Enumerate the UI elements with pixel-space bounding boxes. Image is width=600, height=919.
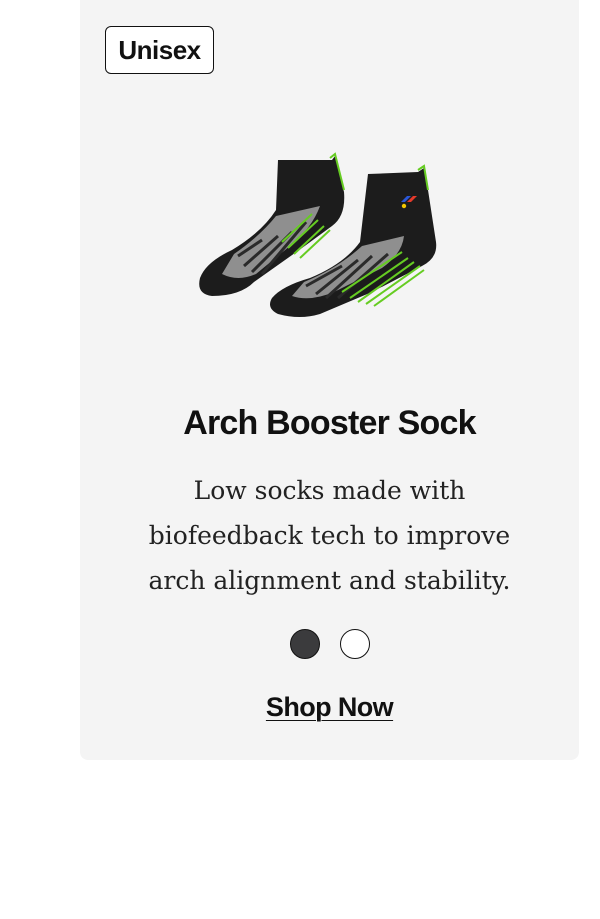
color-swatches xyxy=(80,629,579,659)
color-swatch-white[interactable] xyxy=(339,629,370,659)
product-image[interactable] xyxy=(192,150,448,322)
color-swatch-charcoal[interactable] xyxy=(289,629,320,659)
product-title: Arch Booster Sock xyxy=(183,404,476,442)
shop-now-container: Shop Now xyxy=(80,692,579,723)
product-card[interactable]: Unisex Arch Booster Sock Low socks made … xyxy=(80,0,579,760)
product-description: Low socks made with biofeedback tech to … xyxy=(148,476,511,595)
unisex-badge: Unisex xyxy=(105,26,214,74)
shop-now-link[interactable]: Shop Now xyxy=(266,692,394,722)
